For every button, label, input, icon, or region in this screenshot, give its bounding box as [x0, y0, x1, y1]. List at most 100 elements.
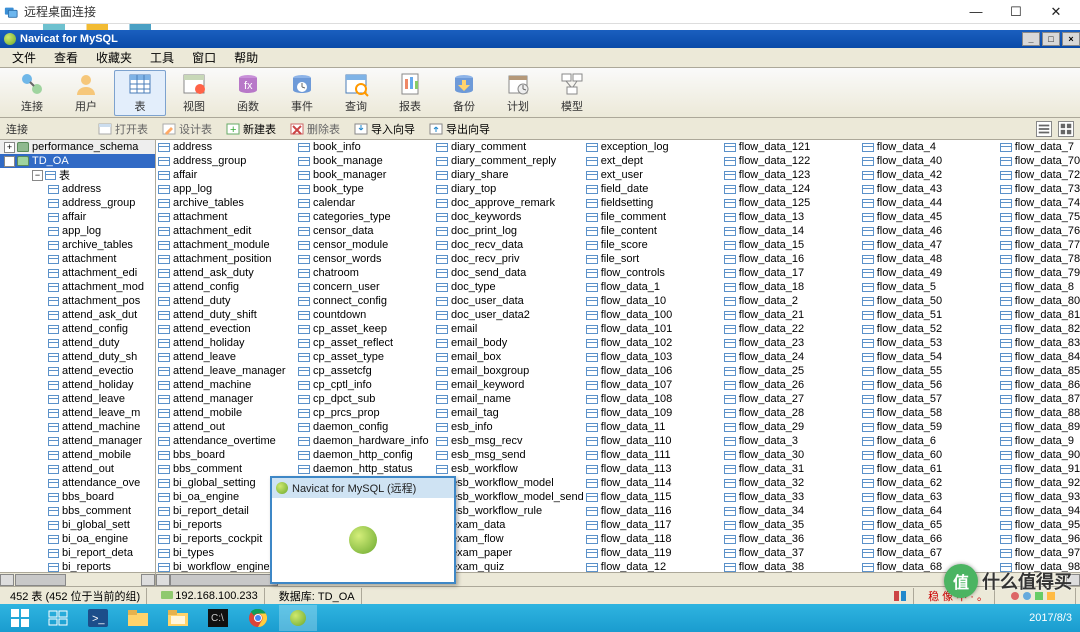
table-item[interactable]: flow_data_8	[998, 280, 1080, 294]
tool-user-button[interactable]: 用户	[60, 70, 112, 116]
table-item[interactable]: archive_tables	[156, 196, 296, 210]
table-item[interactable]: doc_recv_priv	[434, 252, 584, 266]
table-item[interactable]: esb_info	[434, 420, 584, 434]
table-item[interactable]: esb_msg_send	[434, 448, 584, 462]
table-item[interactable]: book_manage	[296, 154, 434, 168]
mdi-maximize-button[interactable]: □	[1042, 32, 1060, 46]
table-item[interactable]: doc_user_data	[434, 294, 584, 308]
table-item[interactable]: flow_data_119	[584, 546, 722, 560]
tree-table-item[interactable]: app_log	[0, 224, 155, 238]
table-item[interactable]: bbs_board	[156, 448, 296, 462]
table-item[interactable]: flow_data_73	[998, 182, 1080, 196]
table-item[interactable]: flow_data_47	[860, 238, 998, 252]
table-item[interactable]: email_body	[434, 336, 584, 350]
table-item[interactable]: flow_data_42	[860, 168, 998, 182]
table-item[interactable]: flow_data_97	[998, 546, 1080, 560]
table-item[interactable]: flow_controls	[584, 266, 722, 280]
table-item[interactable]: email_keyword	[434, 378, 584, 392]
table-item[interactable]: flow_data_124	[722, 182, 860, 196]
table-item[interactable]: flow_data_54	[860, 350, 998, 364]
table-item[interactable]: censor_words	[296, 252, 434, 266]
table-item[interactable]: flow_data_67	[860, 546, 998, 560]
table-item[interactable]: flow_data_84	[998, 350, 1080, 364]
table-item[interactable]: flow_data_122	[722, 154, 860, 168]
scroll-thumb[interactable]	[170, 574, 278, 586]
tree-table-item[interactable]: attachment_pos	[0, 294, 155, 308]
tree-table-item[interactable]: attend_evectio	[0, 364, 155, 378]
table-item[interactable]: flow_data_95	[998, 518, 1080, 532]
table-item[interactable]: flow_data_92	[998, 476, 1080, 490]
table-item[interactable]: email	[434, 322, 584, 336]
table-item[interactable]: doc_recv_data	[434, 238, 584, 252]
table-item[interactable]: diary_top	[434, 182, 584, 196]
table-item[interactable]: doc_type	[434, 280, 584, 294]
table-item[interactable]: doc_keywords	[434, 210, 584, 224]
table-item[interactable]: cp_asset_keep	[296, 322, 434, 336]
tree-table-item[interactable]: attend_ask_dut	[0, 308, 155, 322]
table-item[interactable]: exam_flow	[434, 532, 584, 546]
rdp-close-button[interactable]: ✕	[1036, 1, 1076, 23]
taskbar-tray[interactable]: 2017/8/3	[1023, 612, 1078, 624]
tree-hscrollbar[interactable]	[0, 572, 155, 586]
taskbar-explorer-button[interactable]	[119, 605, 157, 631]
table-item[interactable]: flow_data_56	[860, 378, 998, 392]
tree-table-item[interactable]: attend_mobile	[0, 448, 155, 462]
table-item[interactable]: app_log	[156, 182, 296, 196]
tree-table-item[interactable]: address	[0, 182, 155, 196]
table-item[interactable]: flow_data_17	[722, 266, 860, 280]
table-item[interactable]: flow_data_52	[860, 322, 998, 336]
rdp-maximize-button[interactable]: ☐	[996, 1, 1036, 23]
tree-table-item[interactable]: affair	[0, 210, 155, 224]
table-item[interactable]: flow_data_111	[584, 448, 722, 462]
table-item[interactable]: esb_workflow	[434, 462, 584, 476]
table-item[interactable]: daemon_config	[296, 420, 434, 434]
table-item[interactable]: attend_manager	[156, 392, 296, 406]
table-item[interactable]: flow_data_25	[722, 364, 860, 378]
table-item[interactable]: connect_config	[296, 294, 434, 308]
table-item[interactable]: flow_data_94	[998, 504, 1080, 518]
table-item[interactable]: flow_data_59	[860, 420, 998, 434]
table-item[interactable]: flow_data_10	[584, 294, 722, 308]
table-item[interactable]: chatroom	[296, 266, 434, 280]
table-item[interactable]: flow_data_24	[722, 350, 860, 364]
tree-table-item[interactable]: archive_tables	[0, 238, 155, 252]
table-item[interactable]: flow_data_2	[722, 294, 860, 308]
table-item[interactable]: flow_data_110	[584, 434, 722, 448]
table-item[interactable]: attachment_module	[156, 238, 296, 252]
table-item[interactable]: flow_data_50	[860, 294, 998, 308]
table-item[interactable]: flow_data_82	[998, 322, 1080, 336]
mdi-close-button[interactable]: ×	[1062, 32, 1080, 46]
table-item[interactable]: flow_data_64	[860, 504, 998, 518]
table-item[interactable]: email_boxgroup	[434, 364, 584, 378]
table-item[interactable]: flow_data_46	[860, 224, 998, 238]
table-item[interactable]: flow_data_53	[860, 336, 998, 350]
table-item[interactable]: attend_duty	[156, 294, 296, 308]
table-item[interactable]: flow_data_36	[722, 532, 860, 546]
table-item[interactable]: flow_data_61	[860, 462, 998, 476]
table-item[interactable]: flow_data_65	[860, 518, 998, 532]
table-item[interactable]: cp_asset_reflect	[296, 336, 434, 350]
table-item[interactable]: flow_data_113	[584, 462, 722, 476]
table-item[interactable]: book_manager	[296, 168, 434, 182]
table-item[interactable]: flow_data_45	[860, 210, 998, 224]
table-item[interactable]: flow_data_6	[860, 434, 998, 448]
table-item[interactable]: cp_prcs_prop	[296, 406, 434, 420]
table-item[interactable]: flow_data_74	[998, 196, 1080, 210]
tree-table-item[interactable]: attendance_ove	[0, 476, 155, 490]
tree-db-performance_schema[interactable]: +performance_schema	[0, 140, 155, 154]
table-item[interactable]: flow_data_13	[722, 210, 860, 224]
table-item[interactable]: flow_data_106	[584, 364, 722, 378]
tree-table-item[interactable]: bbs_comment	[0, 504, 155, 518]
scroll-right-icon[interactable]	[141, 574, 155, 586]
table-item[interactable]: daemon_http_status	[296, 462, 434, 476]
table-item[interactable]: flow_data_72	[998, 168, 1080, 182]
table-item[interactable]: categories_type	[296, 210, 434, 224]
tree-table-item[interactable]: attend_holiday	[0, 378, 155, 392]
table-item[interactable]: book_type	[296, 182, 434, 196]
tree-table-item[interactable]: bi_global_sett	[0, 518, 155, 532]
tree-table-item[interactable]: attend_manager	[0, 434, 155, 448]
table-item[interactable]: flow_data_108	[584, 392, 722, 406]
table-item[interactable]: cp_assetcfg	[296, 364, 434, 378]
expand-icon[interactable]: +	[4, 142, 15, 153]
table-item[interactable]: flow_data_34	[722, 504, 860, 518]
